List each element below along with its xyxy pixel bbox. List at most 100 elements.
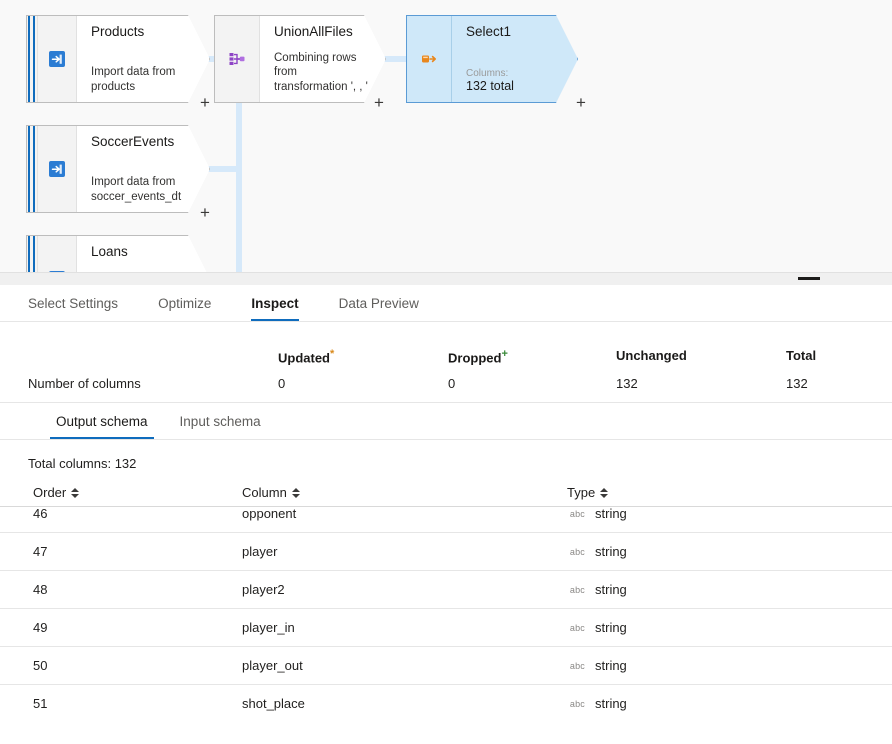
table-row[interactable]: 51 shot_place abc string xyxy=(0,685,892,719)
column-stats: Number of columns Updated* Dropped+ Unch… xyxy=(0,322,892,403)
schema-table: Order Column Type 46 opponent abc string… xyxy=(0,485,892,719)
node-unionallfiles[interactable]: UnionAllFiles Combining rows from transf… xyxy=(214,15,386,111)
import-source-icon xyxy=(38,126,77,212)
add-node-button[interactable]: + xyxy=(576,94,586,111)
table-row[interactable]: 47 player abc string xyxy=(0,533,892,571)
add-node-button[interactable]: + xyxy=(200,204,210,221)
abc-type-icon: abc xyxy=(569,508,585,519)
union-transformation-icon xyxy=(215,16,260,102)
tab-label: Select Settings xyxy=(28,295,119,311)
cell-type-label: string xyxy=(595,696,627,711)
sort-arrows-icon[interactable] xyxy=(71,487,80,499)
updated-marker-icon: * xyxy=(330,348,335,360)
cell-type-label: string xyxy=(595,582,627,597)
cell-order: 46 xyxy=(33,507,48,521)
node-soccerevents[interactable]: SoccerEvents Import data from soccer_eve… xyxy=(26,125,210,221)
node-loans-body: Loans xyxy=(77,236,209,272)
node-columns-label: Columns: xyxy=(466,68,509,79)
table-row[interactable]: 50 player_out abc string xyxy=(0,647,892,685)
select-transformation-icon xyxy=(407,16,452,102)
add-node-button[interactable]: + xyxy=(374,94,384,111)
tab-output-schema[interactable]: Output schema xyxy=(40,403,164,439)
panel-collapse-button[interactable] xyxy=(798,277,820,280)
tab-label: Data Preview xyxy=(338,295,419,311)
cell-type-label: string xyxy=(595,658,627,673)
stats-header-unchanged: Unchanged xyxy=(616,348,687,363)
panel-tabbar: Select Settings Optimize Inspect Data Pr… xyxy=(0,285,892,322)
node-loans[interactable]: Loans xyxy=(26,235,210,272)
tab-select-settings[interactable]: Select Settings xyxy=(8,285,138,321)
node-products-body: Products Import data from products xyxy=(77,16,209,102)
cell-order: 50 xyxy=(33,658,48,673)
node-title: Products xyxy=(91,24,145,39)
connector-union-trunk xyxy=(236,103,242,272)
stats-value-dropped: 0 xyxy=(448,376,456,391)
tab-optimize[interactable]: Optimize xyxy=(138,285,231,321)
abc-type-icon: abc xyxy=(569,698,585,709)
node-unionallfiles-body: UnionAllFiles Combining rows from transf… xyxy=(260,16,385,102)
table-row[interactable]: 49 player_in abc string xyxy=(0,609,892,647)
node-subtitle: Import data from products xyxy=(91,66,176,93)
total-columns-text: Total columns: 132 xyxy=(28,456,137,471)
cell-type: abc string xyxy=(567,507,807,521)
node-source-accent-bar xyxy=(27,126,38,212)
node-products[interactable]: Products Import data from products + xyxy=(26,15,210,111)
cell-order: 48 xyxy=(33,582,48,597)
cell-column: shot_place xyxy=(242,696,305,711)
dataflow-canvas[interactable]: Products Import data from products + Uni… xyxy=(0,0,892,272)
node-select1-body: Select1 Columns: 132 total xyxy=(452,16,577,102)
tab-data-preview[interactable]: Data Preview xyxy=(319,285,439,321)
subtab-label: Input schema xyxy=(179,413,261,429)
stats-value-updated: 0 xyxy=(278,376,286,391)
stats-header-total: Total xyxy=(786,348,816,363)
schema-table-header: Order Column Type xyxy=(0,485,892,507)
import-source-icon xyxy=(38,16,77,102)
stats-row-label: Number of columns xyxy=(28,376,141,391)
node-subtitle: Import data from soccer_events_dt xyxy=(91,176,182,203)
stats-header-label: Unchanged xyxy=(616,348,687,363)
table-row[interactable]: 46 opponent abc string xyxy=(0,507,892,533)
stats-header-label: Updated xyxy=(278,350,330,366)
inspect-panel: Select Settings Optimize Inspect Data Pr… xyxy=(0,272,892,744)
import-source-icon xyxy=(38,236,77,272)
stats-header-label: Dropped xyxy=(448,350,502,366)
schema-rows-viewport[interactable]: 46 opponent abc string 47 player abc str… xyxy=(0,507,892,719)
cell-column: player2 xyxy=(242,582,285,597)
cell-type: abc string xyxy=(567,696,807,711)
cell-type: abc string xyxy=(567,582,807,597)
stats-header-label: Total xyxy=(786,348,817,363)
schema-tabbar: Output schema Input schema xyxy=(0,403,892,440)
node-title: Loans xyxy=(91,244,128,259)
table-row[interactable]: 48 player2 abc string xyxy=(0,571,892,609)
column-header-column[interactable]: Column xyxy=(242,485,567,500)
column-header-order[interactable]: Order xyxy=(0,485,242,500)
node-title: SoccerEvents xyxy=(91,134,175,149)
node-columns-info: Columns: 132 total xyxy=(466,68,567,94)
node-soccerevents-shape: SoccerEvents Import data from soccer_eve… xyxy=(26,125,210,213)
node-soccerevents-body: SoccerEvents Import data from soccer_eve… xyxy=(77,126,209,212)
sort-arrows-icon[interactable] xyxy=(291,487,300,499)
cell-type: abc string xyxy=(567,620,807,635)
tab-input-schema[interactable]: Input schema xyxy=(164,403,277,439)
schema-rows: 46 opponent abc string 47 player abc str… xyxy=(0,507,892,719)
stats-header-dropped: Dropped+ xyxy=(448,348,508,365)
sort-arrows-icon[interactable] xyxy=(600,487,609,499)
add-node-button[interactable]: + xyxy=(200,94,210,111)
tab-inspect[interactable]: Inspect xyxy=(231,285,318,321)
abc-type-icon: abc xyxy=(569,546,585,557)
cell-type: abc string xyxy=(567,658,807,673)
cell-column: player_out xyxy=(242,658,303,673)
column-header-type[interactable]: Type xyxy=(567,485,807,500)
node-select1[interactable]: Select1 Columns: 132 total + xyxy=(406,15,586,111)
node-loans-shape: Loans xyxy=(26,235,210,272)
stats-value-unchanged: 132 xyxy=(616,376,638,391)
abc-type-icon: abc xyxy=(569,584,585,595)
abc-type-icon: abc xyxy=(569,622,585,633)
panel-resize-grip[interactable] xyxy=(0,273,892,285)
stats-header-updated: Updated* xyxy=(278,348,334,365)
cell-column: player_in xyxy=(242,620,295,635)
dropped-marker-icon: + xyxy=(501,348,508,360)
cell-order: 51 xyxy=(33,696,48,711)
cell-type-label: string xyxy=(595,544,627,559)
tab-label: Optimize xyxy=(158,295,212,311)
